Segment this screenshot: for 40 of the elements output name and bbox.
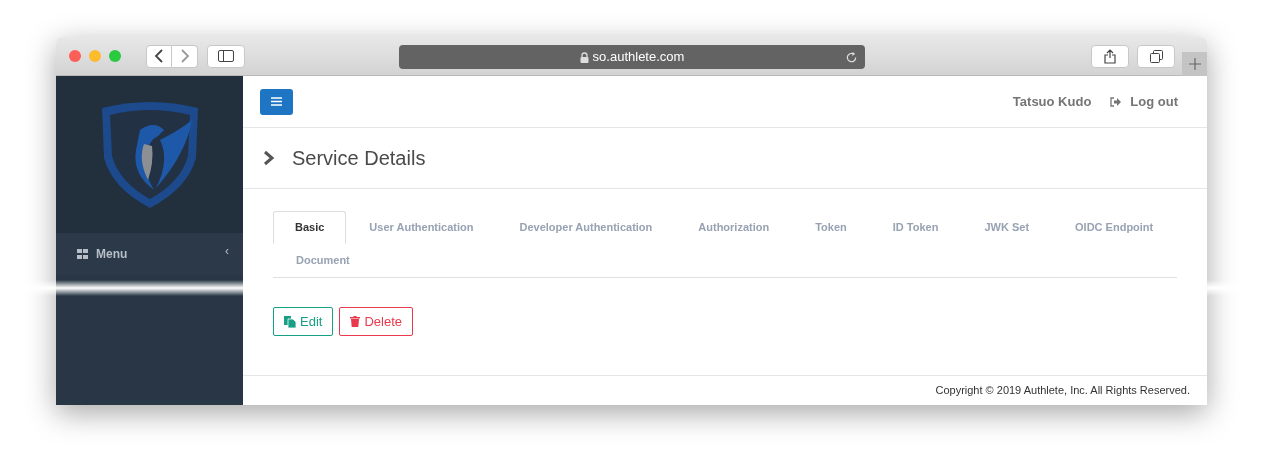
address-bar[interactable]: so.authlete.com xyxy=(399,45,865,69)
delete-button[interactable]: Delete xyxy=(339,307,413,336)
copy-icon xyxy=(284,315,296,328)
tabs-button[interactable] xyxy=(1137,45,1175,68)
menu-button[interactable] xyxy=(260,88,293,115)
tab[interactable]: Token xyxy=(792,211,870,244)
tab[interactable]: Authorization xyxy=(675,211,793,244)
new-tab-button[interactable] xyxy=(1182,52,1207,76)
logout-link[interactable]: Log out xyxy=(1110,91,1178,112)
copyright-text: Copyright © 2019 Authlete, Inc. All Rights Reserved. xyxy=(935,383,1190,398)
lock-icon xyxy=(579,51,589,63)
sidebar-icon xyxy=(218,50,234,62)
share-button[interactable] xyxy=(1091,45,1129,68)
edit-button[interactable]: Edit xyxy=(273,307,334,336)
share-icon xyxy=(1104,49,1116,64)
url-text: so.authlete.com xyxy=(592,48,685,67)
tab[interactable]: Basic xyxy=(273,211,347,244)
back-button[interactable] xyxy=(146,44,172,68)
overlapping-squares-icon xyxy=(1149,50,1163,63)
user-name[interactable]: Tatsuo Kudo xyxy=(1012,91,1092,112)
tab[interactable]: Document xyxy=(273,244,373,277)
tab[interactable]: ID Token xyxy=(869,211,962,244)
chevron-left-icon xyxy=(154,49,164,63)
close-window-button[interactable] xyxy=(69,50,81,62)
grid-icon xyxy=(77,249,88,259)
sidebar-toggle-button[interactable] xyxy=(207,44,245,68)
tab[interactable]: User Authentication xyxy=(346,211,497,244)
collapse-glyph[interactable]: ‹ xyxy=(225,242,229,260)
logout-icon xyxy=(1110,96,1122,107)
menu-icon xyxy=(271,97,282,106)
tab[interactable]: Developer Authentication xyxy=(496,211,676,244)
trash-icon xyxy=(350,316,361,327)
chevron-right-icon xyxy=(263,150,275,166)
tab[interactable]: OIDC Endpoint xyxy=(1052,211,1177,244)
tab[interactable]: JWK Set xyxy=(961,211,1053,244)
reload-icon[interactable] xyxy=(845,50,858,64)
chevron-right-icon xyxy=(179,49,190,63)
zoom-window-button[interactable] xyxy=(109,50,121,62)
page-title: Service Details xyxy=(292,146,426,171)
plus-icon xyxy=(1188,58,1201,70)
